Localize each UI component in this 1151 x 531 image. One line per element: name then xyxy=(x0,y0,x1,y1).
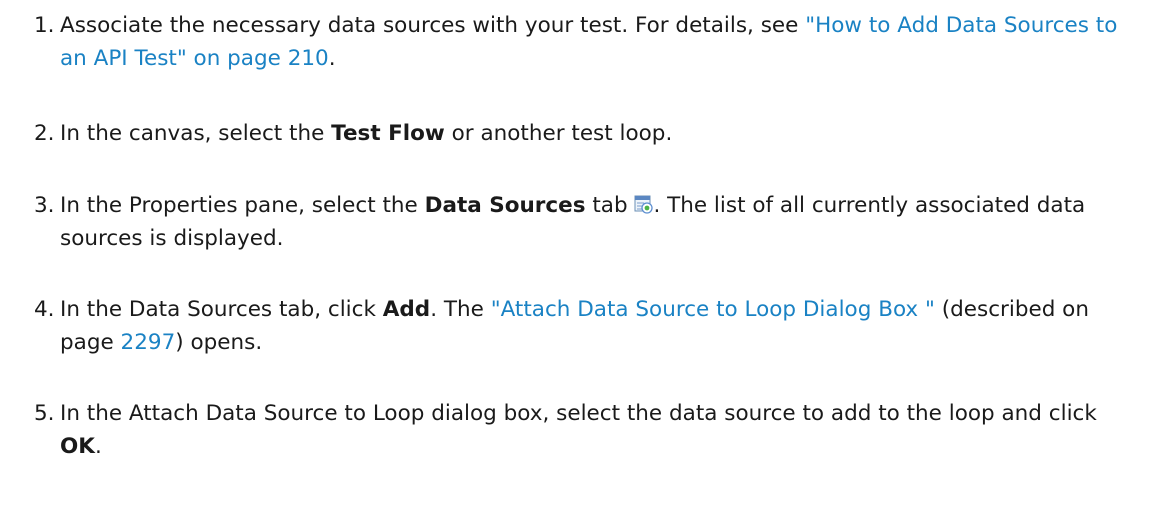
ui-term: OK xyxy=(60,434,95,459)
step-number: 1. xyxy=(34,13,55,38)
step-text: In the Properties pane, select the Data … xyxy=(60,193,1086,251)
ui-term: Add xyxy=(382,297,431,322)
data-sources-tab-icon xyxy=(634,195,654,214)
step-text: Associate the necessary data sources wit… xyxy=(60,13,1118,71)
step-number: 3. xyxy=(34,193,55,218)
step-text: In the Data Sources tab, click Add. The … xyxy=(60,297,1089,355)
page-2297-link[interactable]: 2297 xyxy=(121,330,176,355)
step-number: 4. xyxy=(34,297,55,322)
step-text: In the Attach Data Source to Loop dialog… xyxy=(60,401,1097,459)
step-text: In the canvas, select the Test Flow or a… xyxy=(60,121,673,146)
ui-term: Test Flow xyxy=(331,121,445,146)
attach-data-source-dialog-link[interactable]: "Attach Data Source to Loop Dialog Box " xyxy=(491,297,935,322)
ui-term: Data Sources xyxy=(424,193,586,218)
step-number: 5. xyxy=(34,401,55,426)
step-number: 2. xyxy=(34,121,55,146)
